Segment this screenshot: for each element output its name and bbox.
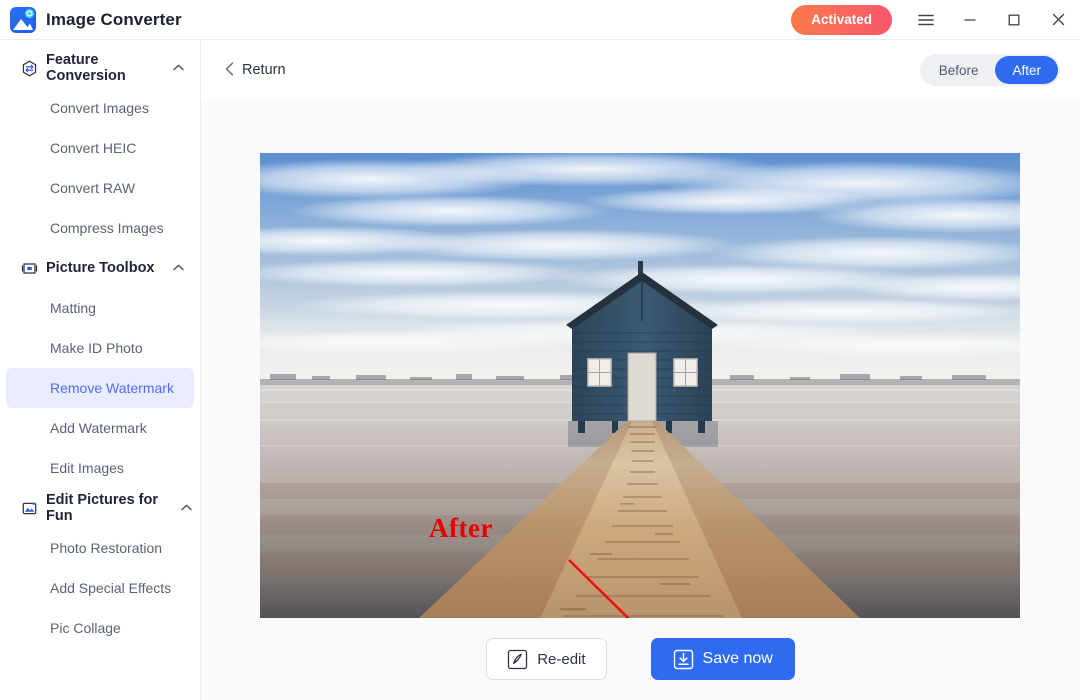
sidebar-item-label: Pic Collage [50,620,121,636]
sidebar-item-label: Compress Images [50,220,164,236]
sidebar-item-pic-collage[interactable]: Pic Collage [6,608,194,648]
pen-edit-icon [507,649,528,670]
hamburger-menu-icon[interactable] [904,0,948,40]
tab-before[interactable]: Before [922,56,996,84]
hamburger-menu-glyph [918,14,934,25]
sidebar-item-label: Remove Watermark [50,380,174,396]
return-button[interactable]: Return [217,56,294,85]
logo-sync-glyph [24,8,35,18]
sidebar: Feature Conversion Convert Images Conver… [0,40,201,700]
app-window: Image Converter Activated Feature Conver… [0,0,1080,700]
app-title: Image Converter [46,9,182,29]
sidebar-item-photo-restoration[interactable]: Photo Restoration [6,528,194,568]
chevron-up-glyph [181,504,192,510]
sidebar-item-label: Matting [50,300,96,316]
save-now-button[interactable]: Save now [650,638,795,680]
sidebar-group-edit-pictures-for-fun[interactable]: Edit Pictures for Fun [0,488,200,528]
return-label: Return [242,62,286,78]
download-save-glyph [673,649,693,669]
maximize-icon[interactable] [992,0,1036,40]
photo-illustration [260,153,1020,657]
chevron-up-icon [173,263,184,274]
close-icon[interactable] [1036,0,1080,40]
sidebar-group-picture-toolbox[interactable]: Picture Toolbox [0,248,200,288]
before-after-toggle: Before After [919,54,1060,86]
sidebar-item-convert-images[interactable]: Convert Images [6,88,194,128]
photo-sparkle-icon [20,499,38,517]
preview-photo[interactable] [260,153,1020,657]
minimize-icon[interactable] [948,0,992,40]
maximize-glyph [1008,14,1020,25]
chevron-left-glyph [225,61,234,76]
content-area: Return Before After After Re-edit Save n… [201,40,1080,700]
chevron-up-icon [173,63,184,74]
chevron-up-icon [181,503,192,514]
action-bar: Re-edit Save now [201,618,1080,700]
re-edit-label: Re-edit [537,650,586,668]
convert-hexagon-icon [20,59,38,77]
sidebar-group-label: Picture Toolbox [46,260,155,276]
titlebar-controls: Activated [791,0,1080,40]
sidebar-item-remove-watermark[interactable]: Remove Watermark [6,368,194,408]
sidebar-item-add-watermark[interactable]: Add Watermark [6,408,194,448]
tab-after[interactable]: After [995,56,1058,84]
sidebar-item-label: Photo Restoration [50,540,163,556]
image-canvas: After [201,100,1080,700]
sidebar-item-convert-raw[interactable]: Convert RAW [6,168,194,208]
image-converter-logo [10,6,36,33]
sidebar-item-label: Edit Images [50,460,124,476]
sidebar-item-label: Convert Images [50,100,149,116]
chevron-up-glyph [173,264,184,270]
activated-button[interactable]: Activated [791,4,892,35]
chevron-up-glyph [173,64,184,70]
title-bar: Image Converter Activated [0,0,1080,40]
sidebar-group-label: Edit Pictures for Fun [46,492,158,524]
toolbox-icon [20,259,38,277]
sidebar-item-matting[interactable]: Matting [6,288,194,328]
toolbox-glyph [21,262,37,274]
sidebar-item-label: Make ID Photo [50,340,143,356]
save-now-label: Save now [702,650,773,667]
sidebar-group-feature-conversion[interactable]: Feature Conversion [0,48,200,88]
pen-edit-glyph [508,649,528,669]
re-edit-button[interactable]: Re-edit [486,638,607,680]
download-save-icon [673,649,694,670]
sidebar-item-label: Convert RAW [50,180,136,196]
photo-sparkle-glyph [22,501,36,514]
sidebar-item-compress-images[interactable]: Compress Images [6,208,194,248]
sidebar-item-label: Convert HEIC [50,140,137,156]
sidebar-item-add-special-effects[interactable]: Add Special Effects [6,568,194,608]
chevron-left-icon [225,61,234,79]
sidebar-group-label: Feature Conversion [46,52,126,84]
convert-hexagon-glyph [22,60,36,76]
close-glyph [1052,13,1064,26]
sidebar-item-label: Add Watermark [50,420,147,436]
sidebar-item-convert-heic[interactable]: Convert HEIC [6,128,194,168]
content-toolbar: Return Before After [201,40,1080,100]
minimize-glyph [964,18,976,21]
sidebar-item-label: Add Special Effects [50,580,172,596]
sidebar-item-edit-images[interactable]: Edit Images [6,448,194,488]
sidebar-item-make-id-photo[interactable]: Make ID Photo [6,328,194,368]
